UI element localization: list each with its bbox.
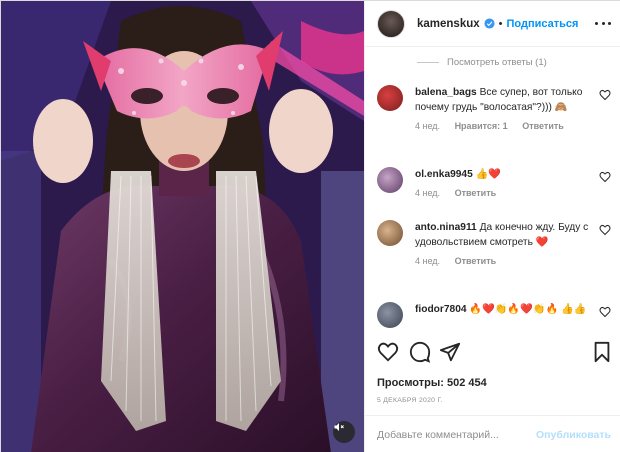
post-video[interactable] (1, 1, 364, 452)
views-count[interactable]: Просмотры: 502 454 (377, 377, 487, 389)
heart-icon[interactable] (377, 341, 399, 363)
comment-text: anto.nina911 Да конечно жду. Буду с удов… (415, 220, 589, 250)
comment-item: anto.nina911 Да конечно жду. Буду с удов… (377, 220, 611, 266)
comment-input[interactable]: Добавьте комментарий... (377, 429, 536, 441)
comment-content: 🔥❤️👏🔥❤️👏🔥 👍👍 (469, 304, 587, 315)
comment-text: balena_bags Все супер, вот только почему… (415, 85, 589, 115)
post-date[interactable]: 5 декабря 2020 г. (377, 397, 443, 404)
comment-time[interactable]: 4 нед. (415, 256, 440, 266)
bookmark-icon[interactable] (591, 341, 613, 363)
more-options-icon[interactable] (595, 22, 611, 25)
heart-icon[interactable] (599, 171, 611, 183)
comment-text: fiodor7804 🔥❤️👏🔥❤️👏🔥 👍👍 (415, 302, 589, 317)
avatar[interactable] (377, 302, 403, 328)
mute-icon (334, 423, 344, 431)
action-bar (377, 341, 611, 367)
author-username[interactable]: kamenskux (417, 18, 480, 30)
comment-meta: 4 нед. Нравится: 1 Ответить (415, 121, 611, 131)
comment-time[interactable]: 4 нед. (415, 188, 440, 198)
follow-button[interactable]: Подписаться (507, 18, 579, 30)
avatar[interactable] (377, 85, 403, 111)
comment-username[interactable]: balena_bags (415, 87, 477, 98)
comment-meta: 4 нед. Ответить (415, 188, 611, 198)
instagram-post-window: kamenskux • Подписаться Посмотреть ответ… (0, 0, 620, 452)
avatar[interactable] (377, 9, 405, 38)
comment-content: 👍❤️ (475, 169, 501, 180)
mute-button[interactable] (333, 421, 355, 443)
view-replies-label: Посмотреть ответы (1) (447, 57, 547, 68)
verified-badge-icon (484, 18, 495, 29)
avatar[interactable] (377, 220, 403, 246)
replies-divider (417, 62, 439, 63)
avatar[interactable] (377, 167, 403, 193)
comment-username[interactable]: ol.enka9945 (415, 169, 473, 180)
post-details-panel: kamenskux • Подписаться Посмотреть ответ… (364, 1, 620, 452)
view-replies-button[interactable]: Посмотреть ответы (1) (417, 57, 547, 68)
video-frame (1, 1, 364, 452)
heart-icon[interactable] (599, 89, 611, 101)
post-comment-button[interactable]: Опубликовать (536, 429, 611, 441)
comment-item: balena_bags Все супер, вот только почему… (377, 85, 611, 131)
add-comment-bar: Добавьте комментарий... Опубликовать (365, 415, 620, 452)
heart-icon[interactable] (599, 306, 611, 318)
comment-item: ol.enka9945 👍❤️ 4 нед. Ответить (377, 167, 611, 198)
header-separator: • (498, 17, 503, 30)
comment-icon[interactable] (409, 341, 431, 363)
reply-button[interactable]: Ответить (522, 121, 564, 131)
post-header: kamenskux • Подписаться (365, 1, 620, 47)
comment-username[interactable]: anto.nina911 (415, 222, 477, 233)
reply-button[interactable]: Ответить (455, 256, 497, 266)
comment-likes[interactable]: Нравится: 1 (455, 121, 508, 131)
heart-icon[interactable] (599, 224, 611, 236)
comment-time[interactable]: 4 нед. (415, 121, 440, 131)
comment-item: fiodor7804 🔥❤️👏🔥❤️👏🔥 👍👍 (377, 302, 611, 328)
share-icon[interactable] (439, 341, 461, 363)
comment-username[interactable]: fiodor7804 (415, 304, 467, 315)
comment-text: ol.enka9945 👍❤️ (415, 167, 589, 182)
reply-button[interactable]: Ответить (455, 188, 497, 198)
comments-list: Посмотреть ответы (1) balena_bags Все су… (365, 48, 620, 331)
comment-meta: 4 нед. Ответить (415, 256, 611, 266)
